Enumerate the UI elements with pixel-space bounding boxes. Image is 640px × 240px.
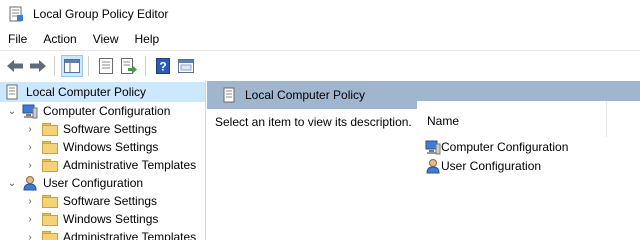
list-item-computer-configuration[interactable]: Computer Configuration	[417, 137, 640, 156]
list-item-label: Computer Configuration	[441, 139, 569, 154]
policy-document-icon	[221, 87, 237, 103]
tree-item-software-settings[interactable]: › Software Settings	[0, 120, 205, 138]
column-header-name[interactable]: Name	[417, 101, 607, 137]
back-icon[interactable]	[4, 55, 26, 77]
tree-item-administrative-templates[interactable]: › Administrative Templates	[0, 156, 205, 174]
chevron-down-icon[interactable]: ⌄	[6, 177, 18, 189]
folder-icon	[42, 231, 58, 240]
tree-item-windows-settings[interactable]: › Windows Settings	[0, 210, 205, 228]
tree-item-label: Computer Configuration	[43, 104, 171, 118]
menu-view[interactable]: View	[85, 28, 127, 50]
folder-icon	[42, 123, 58, 136]
tree-item-administrative-templates[interactable]: › Administrative Templates	[0, 228, 205, 240]
menu-file[interactable]: File	[0, 28, 35, 50]
tree-item-label: Administrative Templates	[63, 158, 197, 172]
tree-item-computer-configuration[interactable]: ⌄ Computer Configuration	[0, 102, 205, 120]
details-header-title: Local Computer Policy	[245, 88, 366, 102]
tree-item-windows-settings[interactable]: › Windows Settings	[0, 138, 205, 156]
toolbar-separator	[88, 55, 89, 76]
title-bar: Local Group Policy Editor	[0, 0, 640, 28]
window-title: Local Group Policy Editor	[33, 7, 169, 21]
export-list-icon[interactable]	[118, 55, 140, 77]
tree-item-label: Windows Settings	[63, 140, 159, 154]
tree-item-label: User Configuration	[43, 176, 144, 190]
tree-item-label: Windows Settings	[63, 212, 159, 226]
tree-item-label: Local Computer Policy	[26, 85, 147, 99]
list-item-user-configuration[interactable]: User Configuration	[417, 156, 640, 175]
menu-bar: File Action View Help	[0, 28, 640, 50]
console-view-icon[interactable]	[175, 55, 197, 77]
description-text: Select an item to view its description.	[215, 115, 412, 129]
chevron-right-icon[interactable]: ›	[24, 195, 36, 207]
folder-icon	[42, 213, 58, 226]
folder-icon	[42, 159, 58, 172]
show-hide-tree-icon[interactable]	[61, 54, 83, 77]
tree-item-label: Software Settings	[63, 194, 158, 208]
details-pane: Local Computer Policy Select an item to …	[207, 81, 640, 240]
computer-icon	[22, 103, 38, 119]
svg-text:?: ?	[159, 59, 166, 73]
computer-icon	[425, 139, 441, 155]
forward-icon[interactable]	[27, 55, 49, 77]
help-icon[interactable]: ?	[152, 55, 174, 77]
tree-item-label: Administrative Templates	[63, 230, 197, 240]
chevron-right-icon[interactable]: ›	[24, 141, 36, 153]
chevron-right-icon[interactable]: ›	[24, 159, 36, 171]
toolbar-separator	[54, 55, 55, 76]
item-list: Name Computer Configuration User Configu…	[417, 101, 640, 240]
toolbar: ?	[0, 50, 640, 80]
toolbar-separator	[145, 55, 146, 76]
tree-item-software-settings[interactable]: › Software Settings	[0, 192, 205, 210]
tree-pane: Local Computer Policy ⌄ Computer Configu…	[0, 81, 206, 240]
tree-item-local-computer-policy[interactable]: Local Computer Policy	[0, 82, 205, 102]
policy-document-icon	[4, 84, 20, 100]
tree-item-label: Software Settings	[63, 122, 158, 136]
user-icon	[425, 158, 441, 174]
user-icon	[22, 175, 38, 191]
folder-icon	[42, 141, 58, 154]
properties-icon[interactable]	[95, 55, 117, 77]
tree-item-user-configuration[interactable]: ⌄ User Configuration	[0, 174, 205, 192]
menu-action[interactable]: Action	[35, 28, 84, 50]
policy-editor-icon	[8, 6, 24, 22]
chevron-right-icon[interactable]: ›	[24, 123, 36, 135]
chevron-down-icon[interactable]: ⌄	[6, 105, 18, 117]
chevron-right-icon[interactable]: ›	[24, 213, 36, 225]
folder-icon	[42, 195, 58, 208]
menu-help[interactable]: Help	[127, 28, 168, 50]
list-item-label: User Configuration	[441, 158, 542, 173]
chevron-right-icon[interactable]: ›	[24, 231, 36, 240]
